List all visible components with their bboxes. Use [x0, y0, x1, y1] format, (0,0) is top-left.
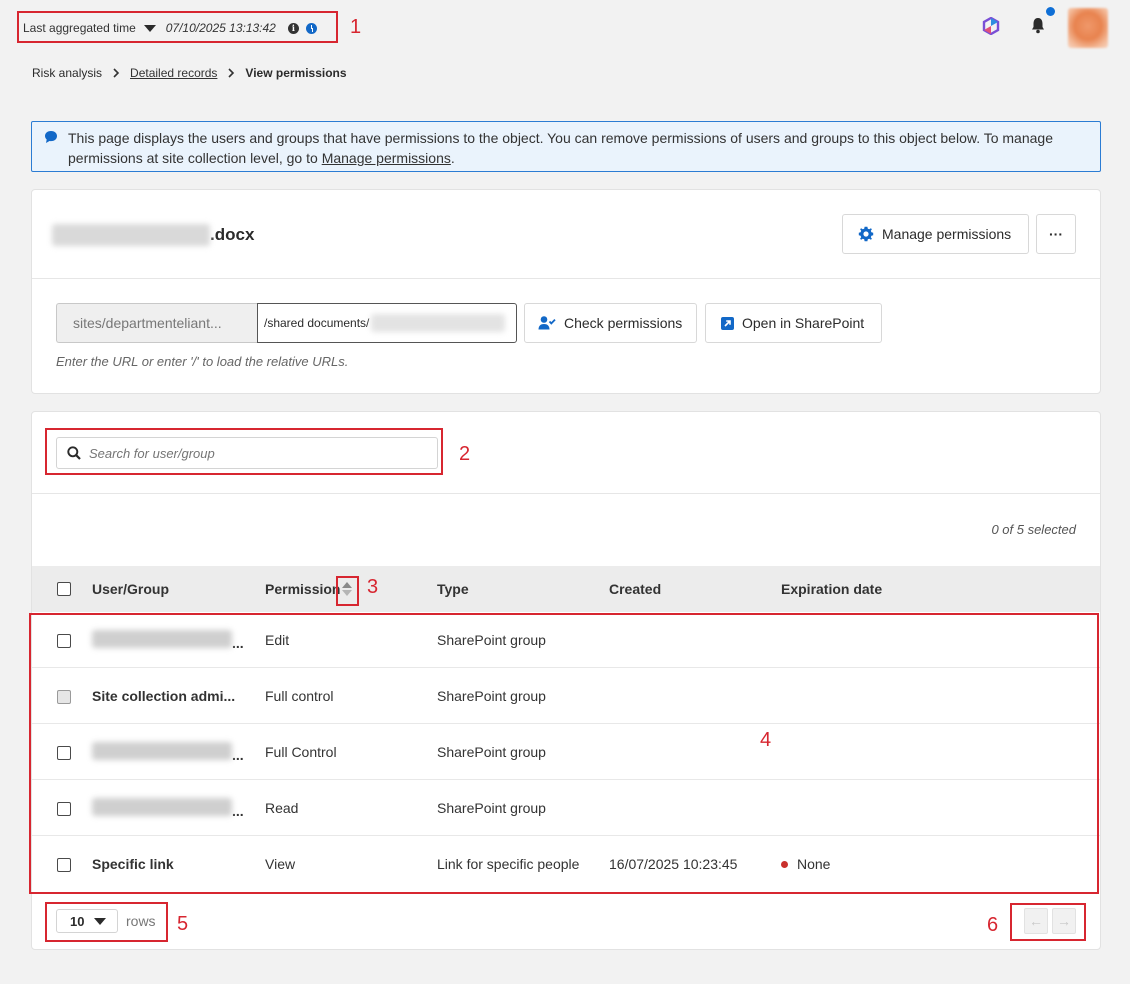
annotation-label-4: 4 [760, 729, 772, 751]
banner-manage-permissions-link[interactable]: Manage permissions [322, 150, 451, 166]
annotation-label-1: 1 [350, 16, 362, 38]
chevron-right-icon [228, 68, 235, 78]
annotation-box-5 [45, 902, 168, 942]
banner-text: This page displays the users and groups … [68, 130, 1053, 166]
gear-icon [858, 226, 874, 242]
annotation-box-4 [29, 613, 1099, 894]
card-divider [32, 493, 1100, 494]
header-created[interactable]: Created [609, 581, 661, 597]
annotation-box-6 [1010, 903, 1086, 941]
app-logo-icon[interactable] [982, 17, 1000, 35]
avatar[interactable] [1068, 8, 1108, 48]
notification-badge [1046, 7, 1055, 16]
chevron-right-icon [113, 68, 120, 78]
annotation-box-2 [45, 428, 443, 475]
info-banner: This page displays the users and groups … [31, 121, 1101, 172]
banner-text-end: . [450, 150, 455, 166]
selected-count: 0 of 5 selected [991, 522, 1076, 537]
open-in-sharepoint-label: Open in SharePoint [742, 315, 865, 331]
header-type[interactable]: Type [437, 581, 469, 597]
url-path-input[interactable]: /shared documents/ [257, 303, 517, 343]
file-extension: .docx [210, 225, 255, 244]
more-icon: ··· [1049, 226, 1063, 242]
url-hint: Enter the URL or enter '/' to load the r… [56, 354, 349, 369]
user-check-icon [538, 316, 556, 330]
external-link-icon [721, 316, 734, 330]
file-name: .docx [52, 224, 254, 246]
table-header: User/Group Permission Type Created Expir… [32, 566, 1100, 612]
redacted-file-name [52, 224, 210, 246]
manage-permissions-button[interactable]: Manage permissions [842, 214, 1029, 254]
breadcrumb: Risk analysis Detailed records View perm… [32, 66, 347, 80]
open-in-sharepoint-button[interactable]: Open in SharePoint [705, 303, 882, 343]
redacted-url-path [371, 314, 506, 332]
more-options-button[interactable]: ··· [1036, 214, 1076, 254]
url-path-value: /shared documents/ [264, 316, 370, 330]
select-all-checkbox[interactable] [57, 582, 71, 596]
check-permissions-button[interactable]: Check permissions [524, 303, 697, 343]
annotation-box-1 [17, 11, 338, 43]
annotation-label-2: 2 [459, 443, 471, 465]
header-permission[interactable]: Permission [265, 581, 340, 597]
notification-bell-icon[interactable] [1029, 16, 1047, 34]
header-user-group[interactable]: User/Group [92, 581, 169, 597]
annotation-label-3: 3 [367, 576, 379, 598]
annotation-label-5: 5 [177, 913, 189, 935]
breadcrumb-detailed-records[interactable]: Detailed records [130, 66, 217, 80]
site-url-prefix: sites/departmenteliant... [56, 303, 258, 343]
message-icon [45, 131, 57, 143]
check-permissions-label: Check permissions [564, 315, 683, 331]
manage-permissions-label: Manage permissions [882, 226, 1012, 242]
card-divider [32, 278, 1100, 279]
object-card: .docx Manage permissions ··· sites/depar… [31, 189, 1101, 394]
annotation-label-6: 6 [987, 914, 999, 936]
breadcrumb-risk-analysis[interactable]: Risk analysis [32, 66, 102, 80]
annotation-box-3 [336, 576, 359, 606]
breadcrumb-view-permissions: View permissions [245, 66, 347, 80]
header-expiration-date[interactable]: Expiration date [781, 581, 882, 597]
